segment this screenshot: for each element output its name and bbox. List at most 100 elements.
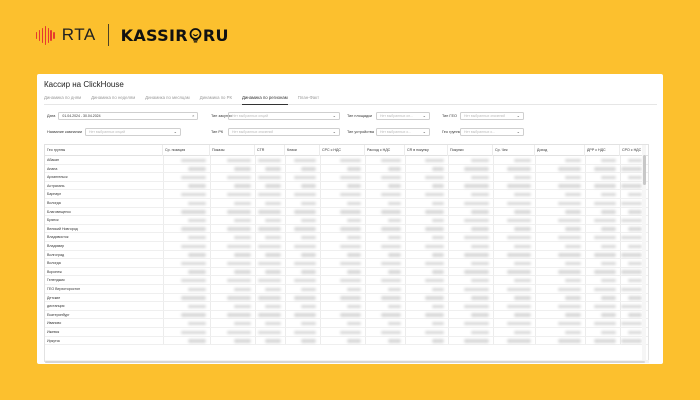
column-header[interactable]: Показы: [210, 145, 255, 156]
table-row[interactable]: ГЕО Верхоторостон: [45, 285, 648, 294]
column-header[interactable]: CTR: [255, 145, 285, 156]
rta-wordmark: RTA: [61, 25, 96, 44]
tab-plan-fact[interactable]: План-Факт: [298, 93, 319, 104]
tab-rk[interactable]: Динамика по РК: [200, 93, 232, 104]
column-header[interactable]: Ср. Чек: [493, 145, 535, 156]
filter-label: Тип РК: [211, 130, 224, 134]
blurred-cell-value: [628, 296, 642, 300]
table-row[interactable]: Астрахань: [45, 182, 648, 191]
table-row[interactable]: Владимир: [45, 242, 648, 251]
blurred-cell-value: [258, 261, 281, 266]
app-window: Кассир на ClickHouse Динамика по дням Ди…: [37, 74, 663, 364]
table-row[interactable]: Геленджик: [45, 276, 648, 285]
table-row[interactable]: Иркутск: [45, 337, 648, 346]
column-header[interactable]: Расход с НДС: [365, 145, 405, 156]
geo-groups-select[interactable]: Нет выбранных о... ⌄: [460, 128, 524, 136]
geo-type-select[interactable]: Нет выбранных значений ⌄: [460, 112, 524, 120]
table-row[interactable]: Великий Новгород: [45, 225, 648, 234]
blurred-cell-value: [601, 330, 616, 335]
filter-geo-type: Тип ГЕО Нет выбранных значений ⌄: [442, 112, 524, 120]
auction-type-select[interactable]: Нет выбранных опций ⌄: [228, 112, 340, 120]
column-header[interactable]: CR в покупку: [405, 145, 448, 156]
blurred-cell-value: [601, 192, 616, 197]
blurred-cell-value: [425, 261, 444, 266]
blurred-cell-value: [227, 278, 251, 283]
blurred-cell-value: [601, 313, 616, 317]
kassir-logo: KASSIR RU: [121, 26, 229, 45]
blurred-cell-value: [234, 270, 251, 274]
blurred-cell-value: [340, 210, 361, 214]
column-header[interactable]: Покупки: [448, 145, 493, 156]
tab-weekly[interactable]: Динамика по неделям: [91, 93, 135, 104]
blurred-cell-value: [294, 244, 316, 249]
blurred-cell-value: [388, 253, 401, 257]
table-row[interactable]: Иваново: [45, 319, 648, 328]
column-header[interactable]: Ср. позиция: [163, 145, 210, 156]
horizontal-scrollbar[interactable]: [45, 360, 649, 363]
blurred-cell-value: [265, 167, 281, 171]
table-row[interactable]: Ижевск: [45, 328, 648, 337]
blurred-cell-value: [628, 227, 642, 231]
tab-monthly[interactable]: Динамика по месяцам: [145, 93, 190, 104]
table-row[interactable]: дистанция: [45, 302, 648, 311]
blurred-cell-value: [227, 244, 251, 249]
scrollbar-thumb[interactable]: [45, 360, 645, 363]
column-header[interactable]: Гео группы: [45, 145, 163, 156]
table-row[interactable]: Архангельск: [45, 173, 648, 182]
table-row[interactable]: Екатеринбург: [45, 311, 648, 320]
blurred-cell-value: [432, 253, 444, 257]
blurred-cell-value: [294, 261, 316, 266]
blurred-cell-value: [301, 235, 316, 240]
page-title: Кассир на ClickHouse: [44, 80, 124, 89]
campaign-name-select[interactable]: Нет выбранных опций ⌄: [85, 128, 181, 136]
table-row[interactable]: Брянск: [45, 216, 648, 225]
column-header[interactable]: ДРР с НДС: [585, 145, 620, 156]
device-type-select[interactable]: Нет выбранных о... ⌄: [376, 128, 430, 136]
blurred-cell-value: [340, 330, 361, 335]
brand-header: RTA KASSIR RU: [36, 22, 229, 48]
blurred-cell-value: [388, 304, 401, 309]
table-row[interactable]: Детские: [45, 294, 648, 303]
date-range-input[interactable]: 01.04.2024 - 30.04.2024 ×: [58, 112, 199, 120]
blurred-cell-value: [432, 167, 444, 171]
column-header[interactable]: Клики: [285, 145, 320, 156]
select-placeholder: Нет выбранных значений: [232, 130, 274, 134]
blurred-cell-value: [507, 270, 531, 274]
geo-group-cell: Абакан: [47, 158, 60, 162]
table-row[interactable]: Вологда: [45, 199, 648, 208]
vertical-scrollbar[interactable]: [642, 145, 646, 361]
clear-icon[interactable]: ×: [192, 114, 194, 118]
table-row[interactable]: Абакан: [45, 156, 648, 165]
blurred-cell-value: [464, 167, 489, 171]
table-row[interactable]: Вологда: [45, 259, 648, 268]
blurred-cell-value: [514, 175, 531, 180]
blurred-cell-value: [227, 261, 251, 266]
tab-daily[interactable]: Динамика по дням: [44, 93, 81, 104]
table-row[interactable]: Воронеж: [45, 268, 648, 277]
table-row[interactable]: Благовещенск: [45, 208, 648, 217]
blurred-cell-value: [340, 278, 361, 283]
rk-type-select[interactable]: Нет выбранных значений ⌄: [228, 128, 340, 136]
blurred-cell-value: [507, 201, 531, 206]
table-row[interactable]: Барнаул: [45, 190, 648, 199]
blurred-cell-value: [601, 261, 616, 266]
blurred-cell-value: [388, 270, 401, 274]
blurred-cell-value: [265, 304, 281, 309]
blurred-cell-value: [258, 158, 281, 163]
scrollbar-thumb[interactable]: [642, 155, 646, 185]
blurred-cell-value: [565, 227, 581, 231]
table-row[interactable]: Анапа: [45, 165, 648, 174]
placement-type-select[interactable]: Нет выбранных оп... ⌄: [376, 112, 430, 120]
table-row[interactable]: Волгоград: [45, 251, 648, 260]
blurred-cell-value: [347, 218, 361, 223]
tab-regions[interactable]: Динамика по регионам: [241, 93, 288, 105]
blurred-cell-value: [234, 253, 251, 257]
blurred-cell-value: [181, 261, 206, 266]
blurred-cell-value: [471, 330, 489, 335]
blurred-cell-value: [425, 330, 444, 335]
blurred-cell-value: [347, 253, 361, 257]
table-row[interactable]: Владивосток: [45, 233, 648, 242]
column-header[interactable]: Доход: [535, 145, 585, 156]
column-header[interactable]: CPC с НДС: [320, 145, 365, 156]
blurred-cell-value: [234, 304, 251, 309]
